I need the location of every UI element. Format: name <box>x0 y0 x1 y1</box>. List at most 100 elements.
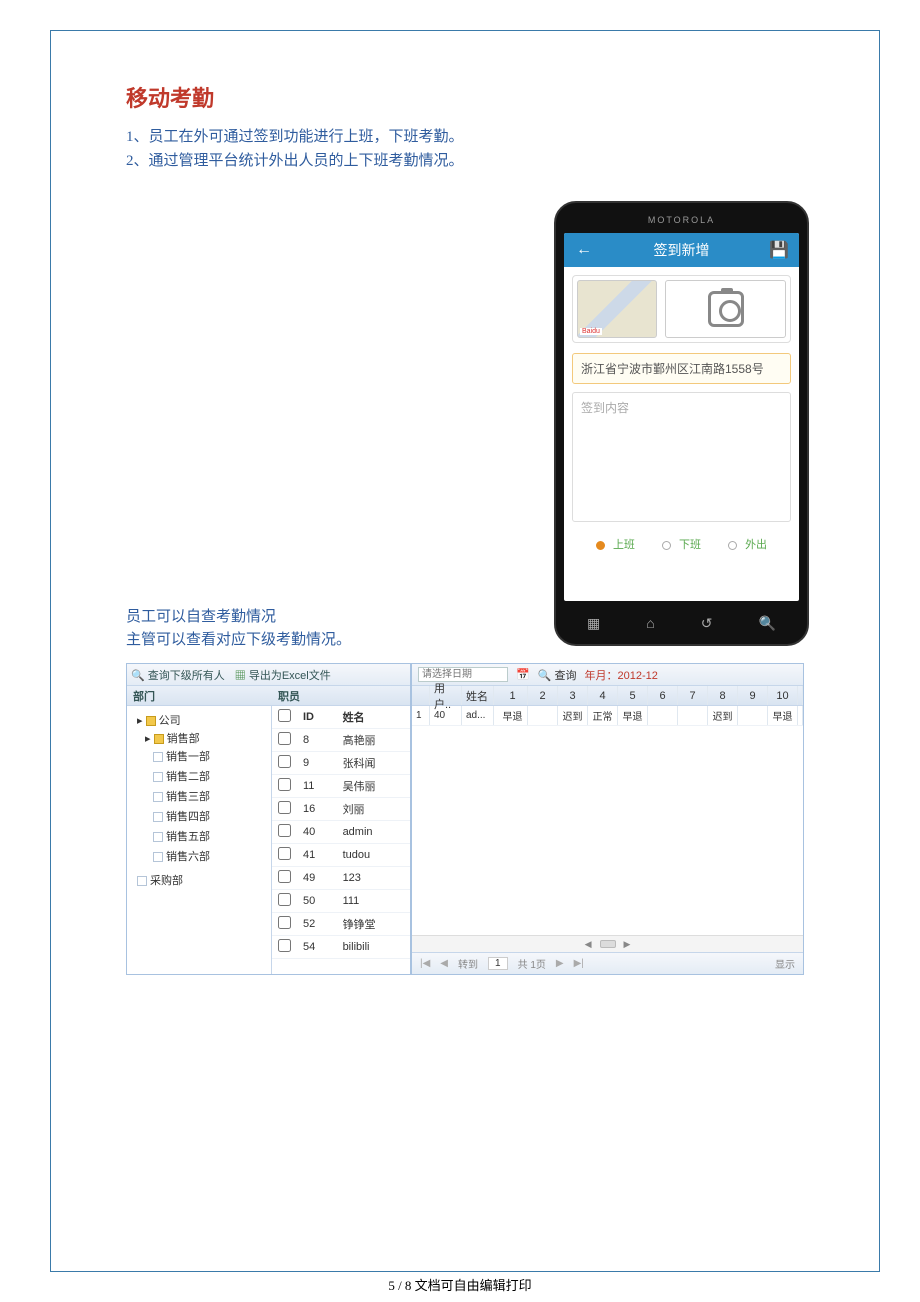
attendance-grid-ui: 🔍 查询下级所有人 ▦ 导出为Excel文件 部门 职员 ▸ 公司 ▸ 销售部 <box>126 663 804 975</box>
tree-leaf[interactable]: 销售三部 <box>153 786 269 806</box>
pager-prev-icon[interactable]: ◀ <box>440 958 448 969</box>
description-block: 1、员工在外可通过签到功能进行上班，下班考勤。 2、通过管理平台统计外出人员的上… <box>126 125 804 170</box>
tree-purchase[interactable]: 采购部 <box>137 870 269 890</box>
tree-leaf[interactable]: 销售四部 <box>153 806 269 826</box>
employee-row[interactable]: 40admin <box>272 821 410 844</box>
page-footer: 5 / 8 文档可自由编辑打印 <box>0 1275 920 1294</box>
pager-display-label: 显示 <box>775 956 795 971</box>
app-title: 签到新增 <box>654 240 710 260</box>
phone-home-icon[interactable]: ⌂ <box>646 615 654 631</box>
save-icon[interactable]: 💾 <box>767 240 791 260</box>
row-checkbox[interactable] <box>278 778 291 791</box>
pager-next-icon[interactable]: ▶ <box>556 958 564 969</box>
col-user: 用户.. <box>430 686 462 705</box>
tree-leaf[interactable]: 销售一部 <box>153 746 269 766</box>
select-all-checkbox[interactable] <box>278 709 291 722</box>
pager-bar: |◀ ◀ 转到 1 共 1页 ▶ ▶| 显示 <box>412 952 803 974</box>
date-input[interactable] <box>418 667 508 682</box>
query-subordinates-button[interactable]: 🔍 查询下级所有人 <box>131 667 225 683</box>
camera-button[interactable] <box>665 280 786 338</box>
right-panel: 📅 🔍 查询 年月：2012-12 用户.. 姓名 12345678910 1 … <box>412 664 803 974</box>
employee-row[interactable]: 54bilibili <box>272 936 410 959</box>
back-icon[interactable]: ← <box>572 241 596 259</box>
tree-leaf[interactable]: 销售六部 <box>153 846 269 866</box>
radio-off-work[interactable]: 下班 <box>656 539 707 551</box>
app-bar: ← 签到新增 💾 <box>564 233 799 267</box>
day-header: 7 <box>678 686 708 705</box>
day-cell: 早退 <box>618 706 648 725</box>
employee-row[interactable]: 49123 <box>272 867 410 890</box>
section-title: 移动考勤 <box>126 81 804 113</box>
day-cell: 早退 <box>768 706 798 725</box>
day-cell: 早退 <box>498 706 528 725</box>
query-button[interactable]: 🔍 查询 <box>538 667 577 683</box>
export-excel-button[interactable]: ▦ 导出为Excel文件 <box>235 667 331 683</box>
horizontal-scrollbar[interactable]: ◀▶ <box>412 935 803 952</box>
left-column-headers: 部门 职员 <box>127 686 410 706</box>
pager-total: 共 1页 <box>518 956 546 971</box>
year-month-label: 年月：2012-12 <box>584 667 657 683</box>
calendar-icon[interactable]: 📅 <box>516 668 530 681</box>
attendance-row[interactable]: 1 40 ad... 早退迟到正常早退迟到早退 <box>412 706 803 726</box>
day-cell: 正常 <box>588 706 618 725</box>
row-checkbox[interactable] <box>278 732 291 745</box>
day-header: 3 <box>558 686 588 705</box>
pager-goto-label: 转到 <box>458 956 478 971</box>
row-checkbox[interactable] <box>278 801 291 814</box>
row-checkbox[interactable] <box>278 893 291 906</box>
left-toolbar: 🔍 查询下级所有人 ▦ 导出为Excel文件 <box>127 664 410 686</box>
day-header: 10 <box>768 686 798 705</box>
phone-back-icon[interactable]: ↺ <box>701 615 713 632</box>
day-header: 6 <box>648 686 678 705</box>
phone-mockup: MOTOROLA ← 签到新增 💾 浙江省宁波市鄞州区江南路1558号 签到内容… <box>554 201 809 646</box>
attendance-header-row: 用户.. 姓名 12345678910 <box>412 686 803 706</box>
radio-on-work[interactable]: 上班 <box>590 539 641 551</box>
row-checkbox[interactable] <box>278 755 291 768</box>
employee-row[interactable]: 9张科闻 <box>272 752 410 775</box>
tree-sales[interactable]: ▸ 销售部 销售一部销售二部销售三部销售四部销售五部销售六部 <box>145 728 269 868</box>
pager-first-icon[interactable]: |◀ <box>420 958 430 969</box>
row-checkbox[interactable] <box>278 824 291 837</box>
emp-id-header: ID <box>297 706 337 729</box>
row-checkbox[interactable] <box>278 939 291 952</box>
phone-nav-bar: ▦ ⌂ ↺ 🔍 <box>564 607 799 639</box>
employee-row[interactable]: 50111 <box>272 890 410 913</box>
phone-brand: MOTOROLA <box>564 215 799 225</box>
employee-row[interactable]: 52铮铮堂 <box>272 913 410 936</box>
camera-icon <box>708 291 744 327</box>
employee-row[interactable]: 41tudou <box>272 844 410 867</box>
left-panel: 🔍 查询下级所有人 ▦ 导出为Excel文件 部门 职员 ▸ 公司 ▸ 销售部 <box>127 664 412 974</box>
radio-row: 上班 下班 外出 <box>572 536 791 552</box>
address-field[interactable]: 浙江省宁波市鄞州区江南路1558号 <box>572 353 791 384</box>
employee-row[interactable]: 11吴伟丽 <box>272 775 410 798</box>
radio-out[interactable]: 外出 <box>722 539 773 551</box>
map-thumbnail[interactable] <box>577 280 657 338</box>
pager-page-input[interactable]: 1 <box>488 957 508 970</box>
emp-header: 职员 <box>272 688 300 704</box>
day-header: 5 <box>618 686 648 705</box>
employee-row[interactable]: 8高艳丽 <box>272 729 410 752</box>
tree-leaf[interactable]: 销售二部 <box>153 766 269 786</box>
employee-row[interactable]: 16刘丽 <box>272 798 410 821</box>
content-textarea[interactable]: 签到内容 <box>572 392 791 522</box>
employee-list: ID姓名 8高艳丽9张科闻11吴伟丽16刘丽40admin41tudou4912… <box>272 706 410 974</box>
phone-apps-icon[interactable]: ▦ <box>587 615 600 632</box>
tree-leaf[interactable]: 销售五部 <box>153 826 269 846</box>
day-header: 9 <box>738 686 768 705</box>
col-name: 姓名 <box>462 686 494 705</box>
day-header: 1 <box>498 686 528 705</box>
day-header: 2 <box>528 686 558 705</box>
desc-line-1: 1、员工在外可通过签到功能进行上班，下班考勤。 <box>126 125 804 146</box>
dept-tree[interactable]: ▸ 公司 ▸ 销售部 销售一部销售二部销售三部销售四部销售五部销售六部 采购部 <box>127 706 272 974</box>
day-header: 8 <box>708 686 738 705</box>
phone-search-icon[interactable]: 🔍 <box>759 615 776 632</box>
row-checkbox[interactable] <box>278 916 291 929</box>
row-checkbox[interactable] <box>278 847 291 860</box>
day-cell <box>528 706 558 725</box>
dept-header: 部门 <box>127 688 272 704</box>
row-checkbox[interactable] <box>278 870 291 883</box>
pager-last-icon[interactable]: ▶| <box>574 958 584 969</box>
day-cell <box>648 706 678 725</box>
day-cell <box>678 706 708 725</box>
tree-root[interactable]: ▸ 公司 ▸ 销售部 销售一部销售二部销售三部销售四部销售五部销售六部 <box>137 710 269 870</box>
